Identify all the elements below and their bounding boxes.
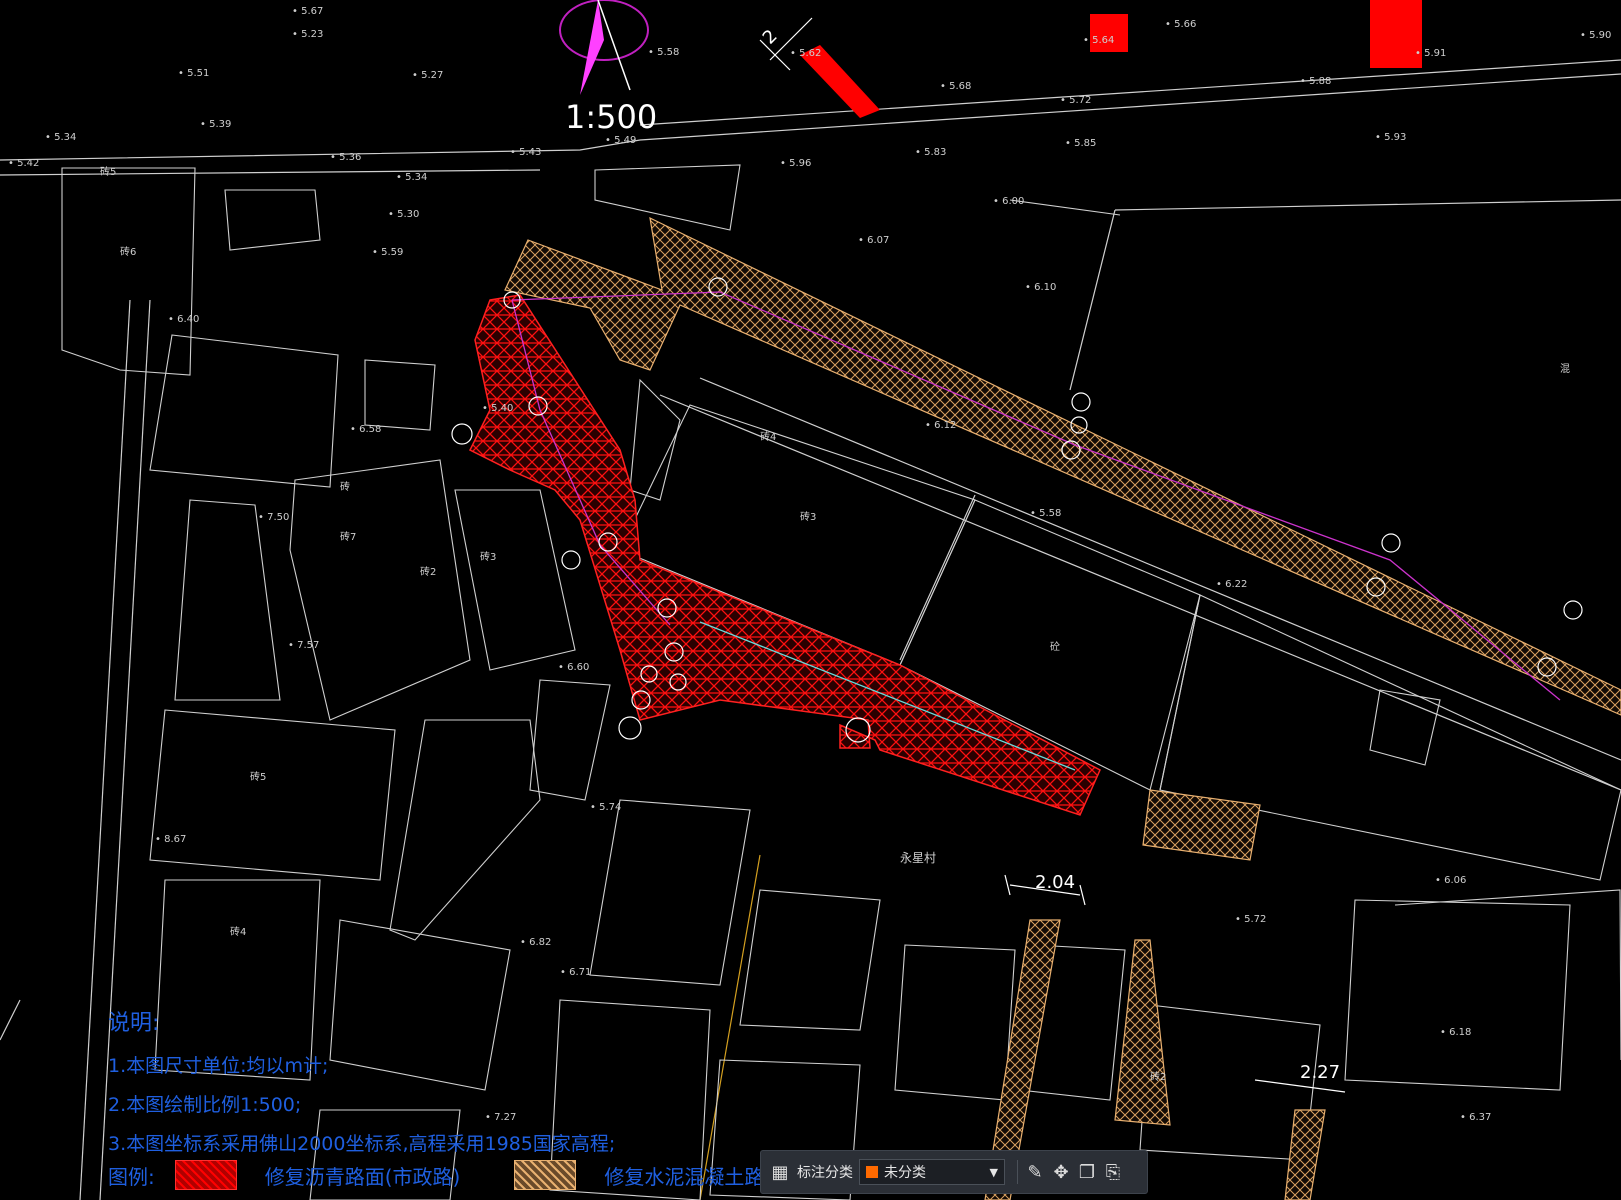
copy-icon[interactable]: ❐ [1074,1159,1100,1185]
elevation-label: • 6.37 [1460,1112,1491,1123]
building-label: 砖 [340,480,350,493]
elevation-label: • 6.12 [925,420,956,431]
building-label: 砖4 [230,925,246,938]
scale-label: 1:500 [565,98,657,136]
annotation-toolbar: ▦ 标注分类 未分类 ▼ ✎ ✥ ❐ ⎘ [760,1150,1148,1194]
village-label: 永星村 [900,851,936,865]
building-label: 砖5 [250,770,266,783]
dimension-label-top: 2 [759,26,782,49]
toolbar-label: 标注分类 [797,1165,853,1181]
elevation-label: • 5.93 [1375,132,1406,143]
elevation-label: • 6.71 [560,967,591,978]
elevation-label: • 5.66 [1165,19,1196,30]
building-label: 砖3 [480,550,496,563]
building-label: 砖6 [120,245,136,258]
note-line-3: 3.本图坐标系采用佛山2000坐标系,高程采用1985国家高程; [108,1133,616,1155]
elevation-label: • 6.07 [858,235,889,246]
elevation-label: • 7.50 [258,512,289,523]
elevation-label: • 5.51 [178,68,209,79]
elevation-label: • 5.68 [940,81,971,92]
building-label: 砖7 [340,530,356,543]
elevation-label: • 5.62 [790,48,821,59]
elevation-label: • 6.18 [1440,1027,1471,1038]
legend-item-concrete: 修复水泥混凝土路面 [604,1164,785,1189]
elevation-label: • 5.59 [372,247,403,258]
notes-title: 说明: [108,1011,160,1036]
elevation-label: • 5.34 [45,132,76,143]
building-label: 砖2 [420,565,436,578]
elevation-label: • 5.40 [482,403,513,414]
elevation-label: • 5.72 [1060,95,1091,106]
legend-label: 图例: [108,1164,155,1189]
move-icon[interactable]: ✥ [1048,1159,1074,1185]
dimension-label-b: 2.27 [1300,1062,1340,1083]
elevation-label: • 5.42 [8,158,39,169]
category-select[interactable]: 未分类 ▼ [859,1159,1005,1185]
elevation-label: • 6.58 [350,424,381,435]
chevron-down-icon: ▼ [989,1165,998,1179]
elevation-label: • 5.36 [330,152,361,163]
elevation-label: • 6.22 [1216,579,1247,590]
building-label: 砖3 [800,510,816,523]
elevation-label: • 5.88 [1300,76,1331,87]
elevation-label: • 8.67 [155,834,186,845]
elevation-label: • 5.34 [396,172,427,183]
elevation-label: • 5.96 [780,158,811,169]
legend-swatch-asphalt [174,1160,237,1190]
grid-icon[interactable]: ▦ [767,1159,793,1185]
elevation-label: • 5.72 [1235,914,1266,925]
elevation-label: • 5.58 [648,47,679,58]
elevation-label: • 6.00 [993,196,1024,207]
dimension-label-a: 2.04 [1035,872,1075,893]
building-label: 砖4 [760,430,776,443]
elevation-label: • 5.23 [292,29,323,40]
category-color-swatch [866,1166,878,1178]
red-markers-top [800,0,1422,118]
building-label: 砼 [1050,640,1060,653]
elevation-label: • 5.39 [200,119,231,130]
legend: 图例: 修复沥青路面(市政路) 修复水泥混凝土路面 [108,1160,818,1190]
elevation-label: • 6.06 [1435,875,1466,886]
elevation-label: • 5.27 [412,70,443,81]
building-label: 砖5 [100,165,116,178]
elevation-label: • 5.85 [1065,138,1096,149]
paste-icon[interactable]: ⎘ [1100,1159,1126,1185]
building-labels: 砖5砖6砖4砖7砖3砖2砼混砖砖5砖4砖3砖2 [100,165,1570,1083]
north-arrow-icon [559,0,649,95]
category-select-value: 未分类 [884,1165,926,1181]
elevation-label: • 5.43 [510,147,541,158]
elevation-label: • 7.57 [288,640,319,651]
elevation-label: • 5.74 [590,802,621,813]
building-label: 砖2 [1150,1070,1166,1083]
elevation-label: • 6.10 [1025,282,1056,293]
legend-item-asphalt: 修复沥青路面(市政路) [264,1164,461,1189]
elevation-label: • 5.58 [1030,508,1061,519]
drawing-notes: 说明: 1.本图尺寸单位:均以m计; 2.本图绘制比例1:500; 3.本图坐标… [108,1005,615,1168]
elevation-label: • 5.90 [1580,30,1611,41]
asphalt-repair-area [468,294,1101,816]
elevation-label: • 5.83 [915,147,946,158]
elevation-label: • 6.60 [558,662,589,673]
elevation-label: • 5.64 [1083,35,1114,46]
note-line-1: 1.本图尺寸单位:均以m计; [108,1055,329,1077]
note-line-2: 2.本图绘制比例1:500; [108,1094,302,1116]
elevation-label: • 5.67 [292,6,323,17]
elevation-label: • 5.49 [605,135,636,146]
elevation-label: • 6.82 [520,937,551,948]
building-label: 混 [1560,363,1570,375]
edit-icon[interactable]: ✎ [1022,1159,1048,1185]
elevation-label: • 5.91 [1415,48,1446,59]
elevation-points: • 5.67 • 5.23 • 5.51 • 5.27 • 5.58 • 5.62 • 5.… [8,6,1611,1123]
legend-swatch-concrete [514,1160,577,1190]
elevation-label: • 5.30 [388,209,419,220]
toolbar-divider [1017,1160,1018,1184]
elevation-label: • 6.40 [168,314,199,325]
